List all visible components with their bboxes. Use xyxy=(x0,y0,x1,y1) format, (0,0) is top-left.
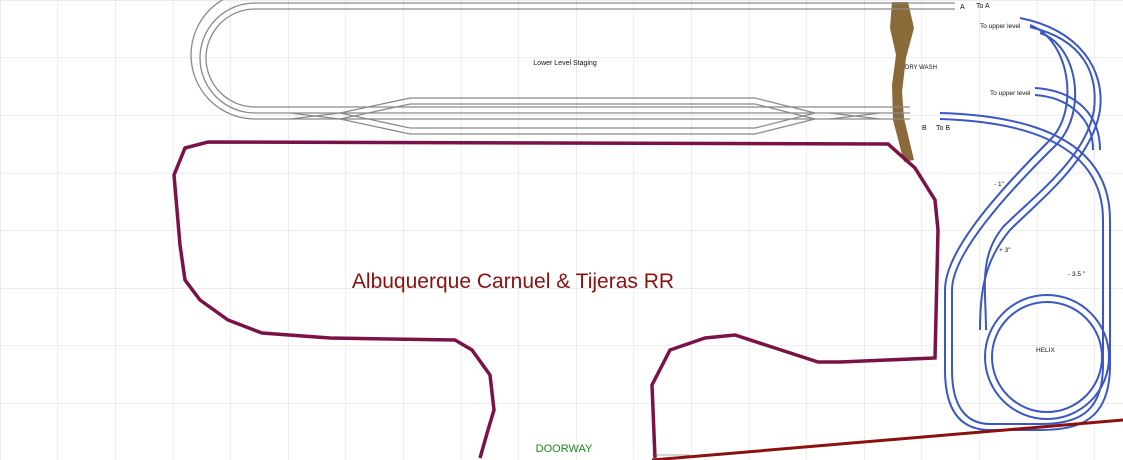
helix-label: HELIX xyxy=(1036,347,1055,354)
marker-a: A xyxy=(960,4,965,11)
grade-label-minus-3-5: - 3.5 " xyxy=(1068,271,1086,278)
grade-label-minus-1: - 1" xyxy=(994,181,1005,188)
to-upper-level-label-2: To upper level xyxy=(990,90,1031,97)
doorway-label: DOORWAY xyxy=(536,443,593,455)
layout-plan: Albuquerque Carnuel & Tijeras RR Lower L… xyxy=(0,0,1123,460)
to-b-label: To B xyxy=(936,125,950,132)
to-a-label: To A xyxy=(976,3,990,10)
grade-label-plus-3: + 3" xyxy=(999,247,1011,254)
staging-label: Lower Level Staging xyxy=(533,60,597,67)
dry-wash-label: DRY WASH xyxy=(905,65,937,71)
to-upper-level-label-1: To upper level xyxy=(980,23,1021,30)
layout-title: Albuquerque Carnuel & Tijeras RR xyxy=(352,270,674,293)
marker-b: B xyxy=(922,125,927,132)
